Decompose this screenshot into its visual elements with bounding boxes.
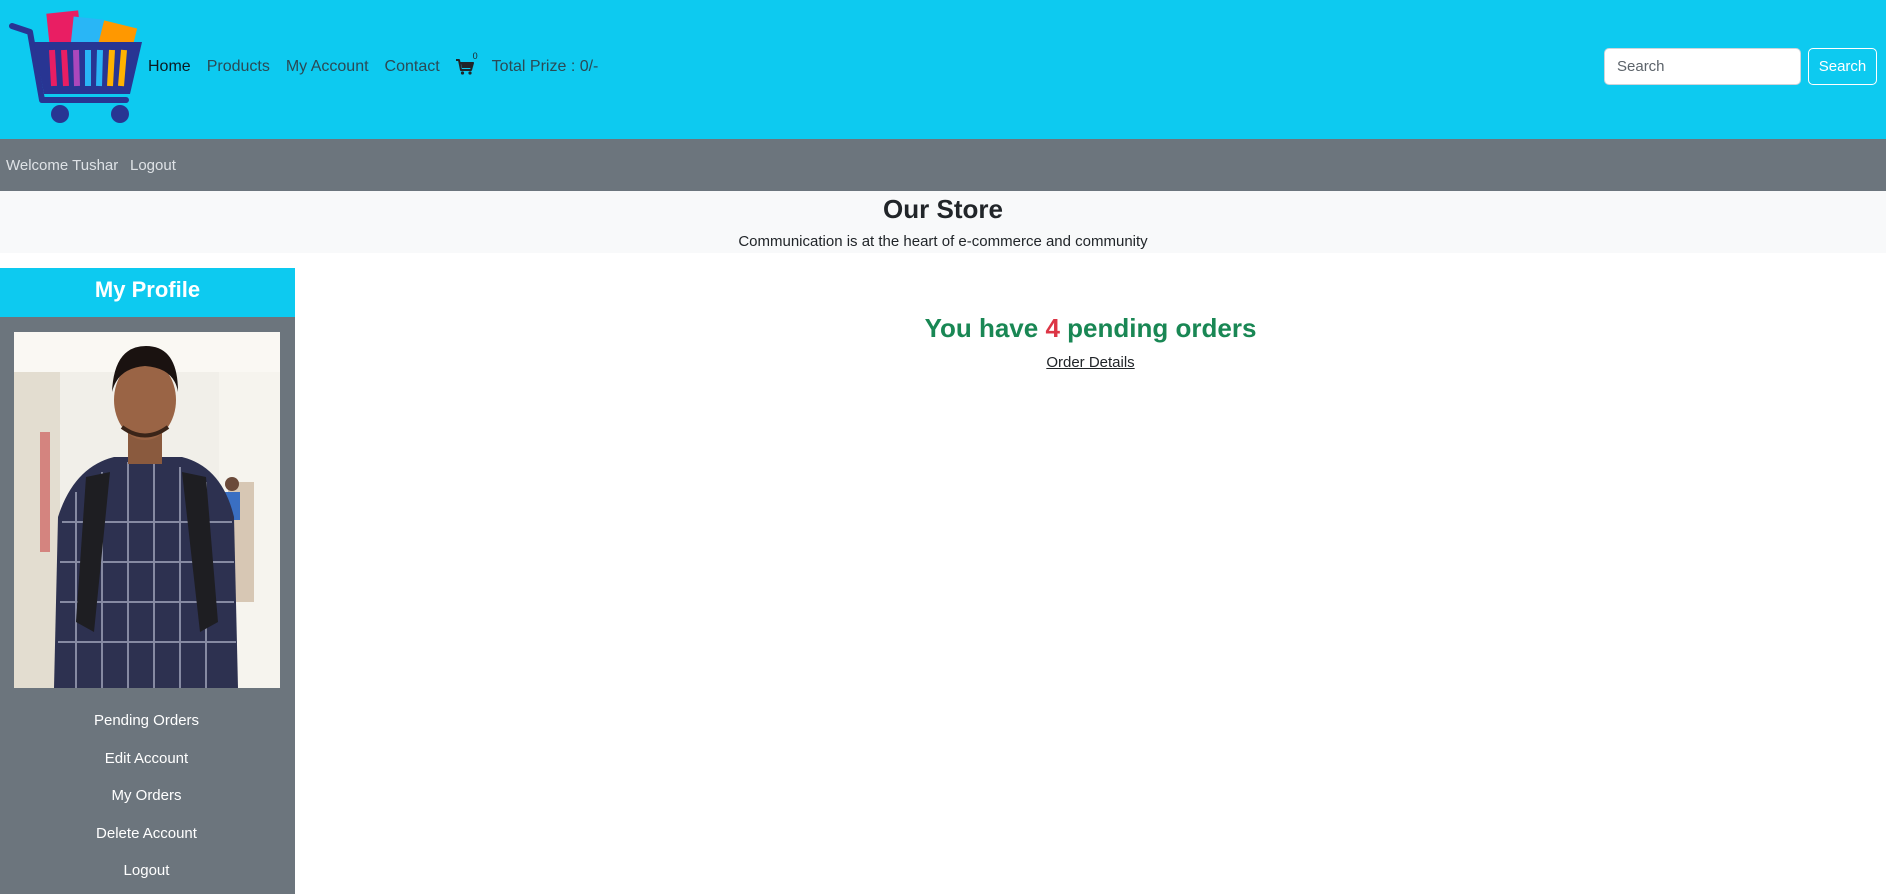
shopping-cart-icon xyxy=(455,59,474,75)
cart-button[interactable]: 0 xyxy=(455,51,478,77)
user-bar xyxy=(0,139,1886,191)
shopping-cart-logo[interactable] xyxy=(8,8,144,126)
pending-suffix: pending orders xyxy=(1067,313,1257,343)
sidebar-item-pending-orders[interactable]: Pending Orders xyxy=(0,712,293,729)
pending-count: 4 xyxy=(1045,313,1060,343)
total-prize: Total Prize : 0/- xyxy=(491,58,599,75)
sidebar-item-delete-account[interactable]: Delete Account xyxy=(0,825,293,842)
logout-link[interactable]: Logout xyxy=(130,157,176,174)
search-button[interactable]: Search xyxy=(1808,48,1877,85)
nav-contact[interactable]: Contact xyxy=(385,58,440,76)
cart-count-badge: 0 xyxy=(472,51,478,61)
store-title: Our Store xyxy=(883,194,1003,224)
store-subtitle: Communication is at the heart of e-comme… xyxy=(738,233,1148,250)
pending-orders-heading: You have 4 pending orders xyxy=(295,313,1886,344)
order-details-container: Order Details xyxy=(295,354,1886,371)
order-details-link[interactable]: Order Details xyxy=(1046,354,1134,371)
sidebar-item-edit-account[interactable]: Edit Account xyxy=(0,750,293,767)
main-nav: Home Products My Account Contact 0 Total… xyxy=(148,51,599,79)
profile-avatar xyxy=(14,332,280,688)
nav-my-account[interactable]: My Account xyxy=(286,58,369,76)
sidebar-item-my-orders[interactable]: My Orders xyxy=(0,787,293,804)
sidebar-title: My Profile xyxy=(0,268,295,317)
pending-prefix: You have xyxy=(924,313,1039,343)
search-input[interactable] xyxy=(1604,48,1801,85)
nav-products[interactable]: Products xyxy=(207,58,270,76)
nav-home[interactable]: Home xyxy=(148,58,191,76)
sidebar-item-logout[interactable]: Logout xyxy=(0,862,293,879)
welcome-text: Welcome Tushar xyxy=(6,157,119,174)
